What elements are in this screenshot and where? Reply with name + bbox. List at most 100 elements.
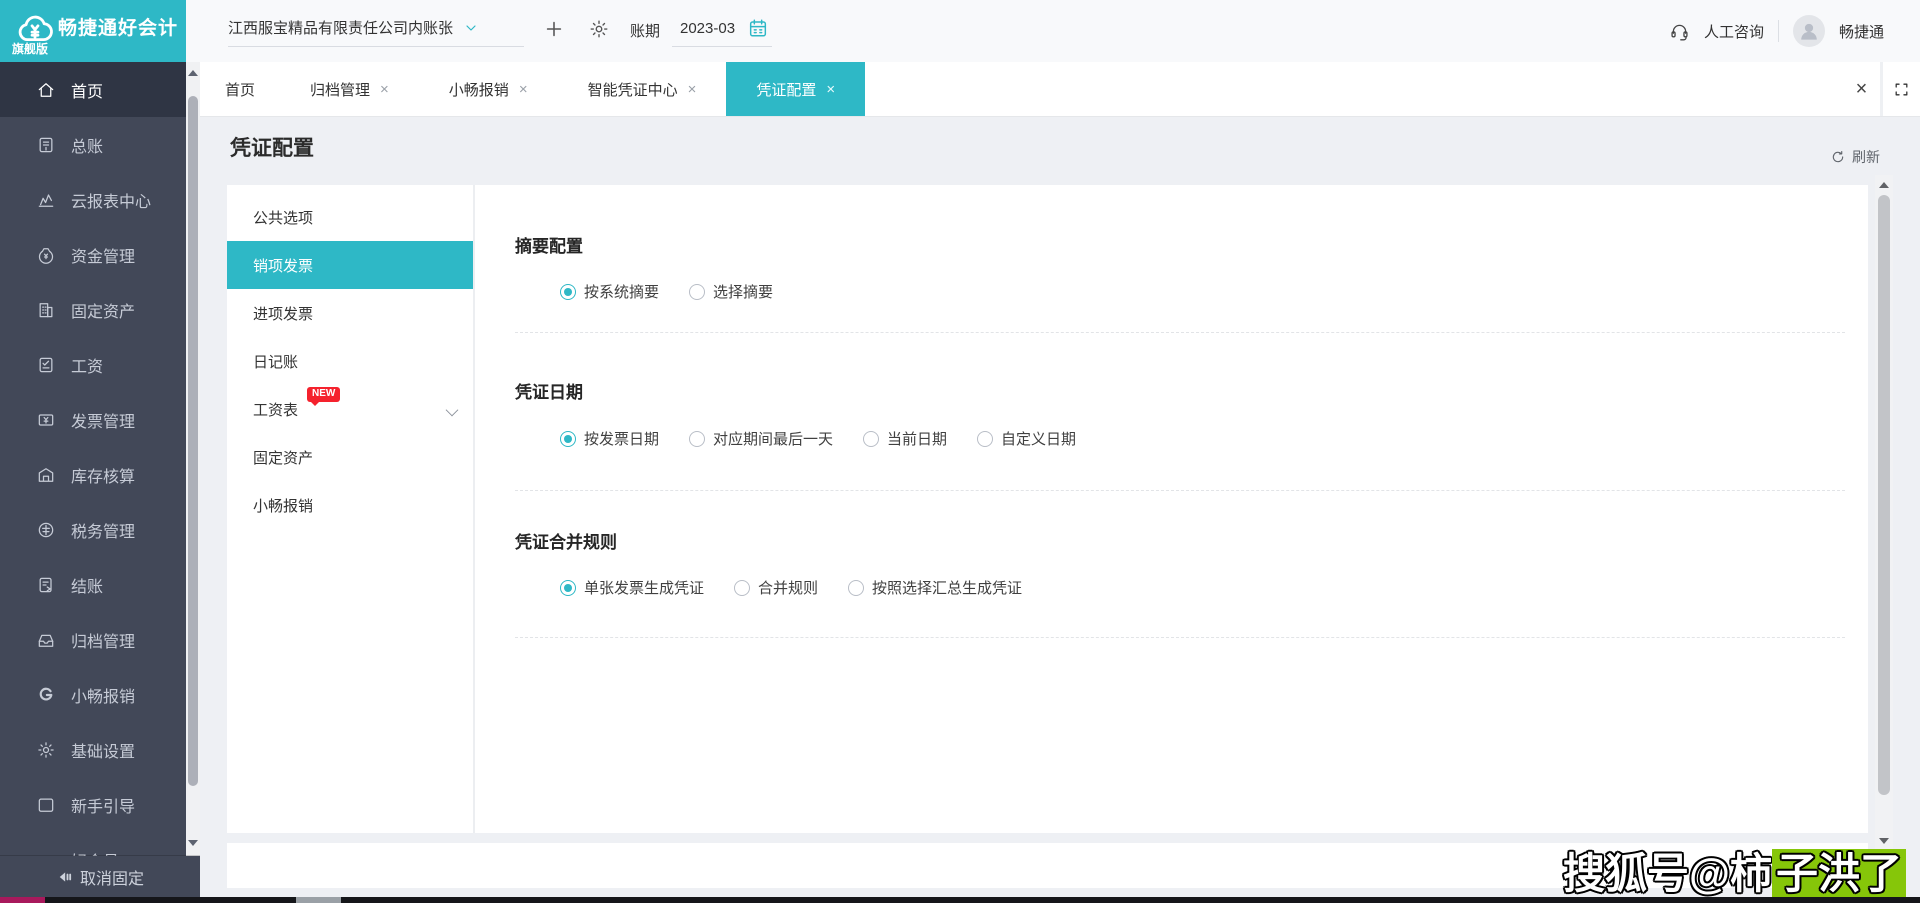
voucher-config-submenu: 公共选项 销项发票 进项发票 日记账 工资表 NEW 固定资产 小畅报销 xyxy=(227,185,473,833)
top-right-group: 人工咨询 畅捷通 xyxy=(1669,15,1884,47)
sidebar-item-general-ledger[interactable]: 总账 xyxy=(0,117,186,172)
chevron-down-icon[interactable] xyxy=(446,404,459,417)
refresh-icon xyxy=(1830,149,1846,165)
page-scrollbar[interactable] xyxy=(1875,175,1893,853)
radio-choose-summary[interactable]: 选择摘要 xyxy=(689,281,773,302)
sidebar: 首页 总账 云报表中心 资金管理 固定资产 工资 xyxy=(0,62,200,897)
radio-system-summary[interactable]: 按系统摘要 xyxy=(560,281,659,302)
submenu-item-sales-invoice[interactable]: 销项发票 xyxy=(227,241,473,289)
submenu-item-journal[interactable]: 日记账 xyxy=(227,337,473,385)
unpin-button[interactable]: 取消固定 xyxy=(0,856,200,897)
submenu-item-common-options[interactable]: 公共选项 xyxy=(227,193,473,241)
tab-reimbursement[interactable]: 小畅报销× xyxy=(419,62,558,116)
radio-custom-date[interactable]: 自定义日期 xyxy=(977,428,1076,449)
section-divider xyxy=(515,332,1845,333)
tab-smart-voucher-center[interactable]: 智能凭证中心× xyxy=(558,62,727,116)
close-icon[interactable]: × xyxy=(519,81,528,98)
watermark-highlight: 子洪了 xyxy=(1772,849,1906,900)
sidebar-item-inventory[interactable]: 库存核算 xyxy=(0,447,186,502)
tab-bar: 首页 归档管理× 小畅报销× 智能凭证中心× 凭证配置× × xyxy=(200,62,1920,117)
calendar-icon[interactable] xyxy=(747,17,769,39)
period-label: 账期 xyxy=(630,20,660,41)
submenu-item-fixed-assets[interactable]: 固定资产 xyxy=(227,433,473,481)
scroll-up-arrow[interactable] xyxy=(188,70,198,76)
sidebar-item-payroll[interactable]: 工资 xyxy=(0,337,186,392)
support-link[interactable]: 人工咨询 xyxy=(1704,21,1764,42)
tab-tools: × xyxy=(1843,62,1920,116)
merge-rules-radio-group: 单张发票生成凭证 合并规则 按照选择汇总生成凭证 xyxy=(560,577,1022,598)
radio-icon xyxy=(863,431,879,447)
app-window: 畅捷通好会计 旗舰版 江西服宝精品有限责任公司内账张 账期 2023-03 xyxy=(0,0,1920,903)
bottom-strip xyxy=(0,897,1920,903)
user-name[interactable]: 畅捷通 xyxy=(1839,21,1884,42)
submenu-item-purchase-invoice[interactable]: 进项发票 xyxy=(227,289,473,337)
voucher-date-radio-group: 按发票日期 对应期间最后一天 当前日期 自定义日期 xyxy=(560,428,1076,449)
page-title: 凭证配置 xyxy=(230,132,314,162)
tab-home[interactable]: 首页 xyxy=(200,62,280,116)
add-account-icon[interactable] xyxy=(543,18,565,40)
unpin-icon xyxy=(56,867,76,887)
period-underline xyxy=(672,46,772,47)
brand-name: 畅捷通好会计 xyxy=(58,13,178,40)
avatar[interactable] xyxy=(1793,15,1825,47)
invoice-icon xyxy=(36,410,56,430)
building-icon xyxy=(36,300,56,320)
refresh-button[interactable]: 刷新 xyxy=(1830,147,1880,167)
period-value[interactable]: 2023-03 xyxy=(680,20,735,37)
bottom-strip-progress xyxy=(0,897,45,903)
video-guide-icon xyxy=(36,795,56,815)
archive-tray-icon xyxy=(36,630,56,650)
fullscreen-icon xyxy=(1893,81,1910,98)
scrollbar-thumb[interactable] xyxy=(188,96,198,786)
sidebar-item-fixed-assets[interactable]: 固定资产 xyxy=(0,282,186,337)
sidebar-item-reimbursement[interactable]: 小畅报销 xyxy=(0,667,186,722)
radio-merge-rule[interactable]: 合并规则 xyxy=(734,577,818,598)
fullscreen-button[interactable] xyxy=(1883,62,1920,116)
radio-period-last-day[interactable]: 对应期间最后一天 xyxy=(689,428,833,449)
company-selector[interactable]: 江西服宝精品有限责任公司内账张 xyxy=(228,17,479,38)
radio-icon xyxy=(734,580,750,596)
radio-summary-by-selection[interactable]: 按照选择汇总生成凭证 xyxy=(848,577,1022,598)
sidebar-item-basic-settings[interactable]: 基础设置 xyxy=(0,722,186,777)
radio-icon xyxy=(689,431,705,447)
section-title-summary: 摘要配置 xyxy=(515,232,583,257)
closing-book-icon xyxy=(36,575,56,595)
sidebar-item-cloud-reports[interactable]: 云报表中心 xyxy=(0,172,186,227)
summary-radio-group: 按系统摘要 选择摘要 xyxy=(560,281,773,302)
radio-icon xyxy=(689,284,705,300)
scroll-down-arrow[interactable] xyxy=(188,840,198,846)
sidebar-item-invoices[interactable]: 发票管理 xyxy=(0,392,186,447)
section-title-voucher-date: 凭证日期 xyxy=(515,378,583,403)
sidebar-item-archive[interactable]: 归档管理 xyxy=(0,612,186,667)
ledger-icon xyxy=(36,135,56,155)
scrollbar-thumb[interactable] xyxy=(1878,195,1890,795)
sidebar-item-funds[interactable]: 资金管理 xyxy=(0,227,186,282)
radio-icon xyxy=(848,580,864,596)
sidebar-scrollbar[interactable] xyxy=(186,62,200,856)
tax-icon xyxy=(36,520,56,540)
sidebar-item-beginner-guide[interactable]: 新手引导 xyxy=(0,777,186,832)
submenu-item-payroll-sheet[interactable]: 工资表 NEW xyxy=(227,385,473,433)
close-all-tabs-button[interactable]: × xyxy=(1843,62,1880,116)
scroll-up-arrow[interactable] xyxy=(1879,182,1889,188)
sidebar-item-closing[interactable]: 结账 xyxy=(0,557,186,612)
unpin-label: 取消固定 xyxy=(80,865,144,889)
radio-icon xyxy=(560,284,576,300)
close-icon[interactable]: × xyxy=(380,81,389,98)
radio-single-invoice[interactable]: 单张发票生成凭证 xyxy=(560,577,704,598)
voucher-config-content: 摘要配置 按系统摘要 选择摘要 凭证日期 按发票日期 对应期间最后一天 xyxy=(475,185,1868,833)
submenu-item-reimbursement[interactable]: 小畅报销 xyxy=(227,481,473,529)
money-bag-icon xyxy=(36,245,56,265)
tab-archive[interactable]: 归档管理× xyxy=(280,62,419,116)
radio-invoice-date[interactable]: 按发票日期 xyxy=(560,428,659,449)
sidebar-item-home[interactable]: 首页 xyxy=(0,62,186,117)
headset-icon xyxy=(1669,21,1690,42)
close-icon[interactable]: × xyxy=(826,81,835,98)
sidebar-item-tax[interactable]: 税务管理 xyxy=(0,502,186,557)
settings-gear-icon[interactable] xyxy=(588,18,610,40)
g-logo-icon xyxy=(36,685,56,705)
brand-logo: 畅捷通好会计 旗舰版 xyxy=(0,0,186,62)
tab-voucher-config[interactable]: 凭证配置× xyxy=(726,62,865,116)
radio-current-date[interactable]: 当前日期 xyxy=(863,428,947,449)
close-icon[interactable]: × xyxy=(688,81,697,98)
